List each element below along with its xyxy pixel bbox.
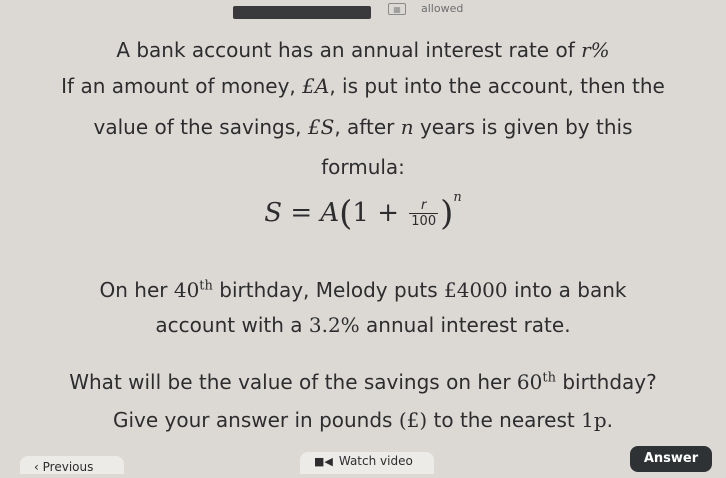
video-camera-icon: ■◀ [314,455,333,468]
interest-rate-value: 3.2% [308,313,360,337]
formula-one-plus: 1 + [352,198,400,228]
math-rate: r% [581,38,610,62]
math-amount-a: £A [302,74,330,98]
question-line-7: What will be the value of the savings on… [69,370,657,394]
math-savings-s: £S [307,115,335,139]
formula-fraction: r 100 [409,198,439,229]
formula-power: n [453,190,462,205]
formula-numerator: r [409,198,439,214]
question-line-4: formula: [321,155,405,179]
watch-video-button[interactable]: ■◀ Watch video [300,452,434,474]
deposit-amount: £4000 [444,278,508,302]
previous-button[interactable]: ‹ Previous [20,456,124,474]
question-line-6: account with a 3.2% annual interest rate… [155,313,571,337]
ordinal-60: 60th [516,370,556,394]
formula-open-paren: ( [339,193,353,234]
question-line-1: A bank account has an annual interest ra… [116,38,610,62]
question-line-5: On her 40th birthday, Melody puts £4000 … [99,278,627,302]
math-years-n: n [400,115,414,139]
formula-denominator: 100 [411,214,437,229]
question-line-3: value of the savings, £S, after n years … [93,115,633,139]
precision-1p: 1p [581,408,607,432]
question-line-2: If an amount of money, £A, is put into t… [61,74,665,98]
answer-button[interactable]: Answer [630,446,712,472]
formula-close-paren: ) [440,193,454,234]
top-bar: ▦ allowed [0,0,726,26]
formula-lhs: S = A [264,198,340,228]
bottom-bar: ‹ Previous ■◀ Watch video Answer [0,446,726,474]
ordinal-40: 40th [173,278,213,302]
watch-video-label: Watch video [338,454,413,468]
calculator-icon: ▦ [388,3,406,15]
unit-pounds: (£) [398,408,428,432]
calculator-allowed-label: allowed [421,2,464,15]
question-line-8: Give your answer in pounds (£) to the ne… [113,408,613,432]
progress-bar [233,6,371,19]
interest-formula: S = A(1 + r 100 )n [0,190,726,234]
